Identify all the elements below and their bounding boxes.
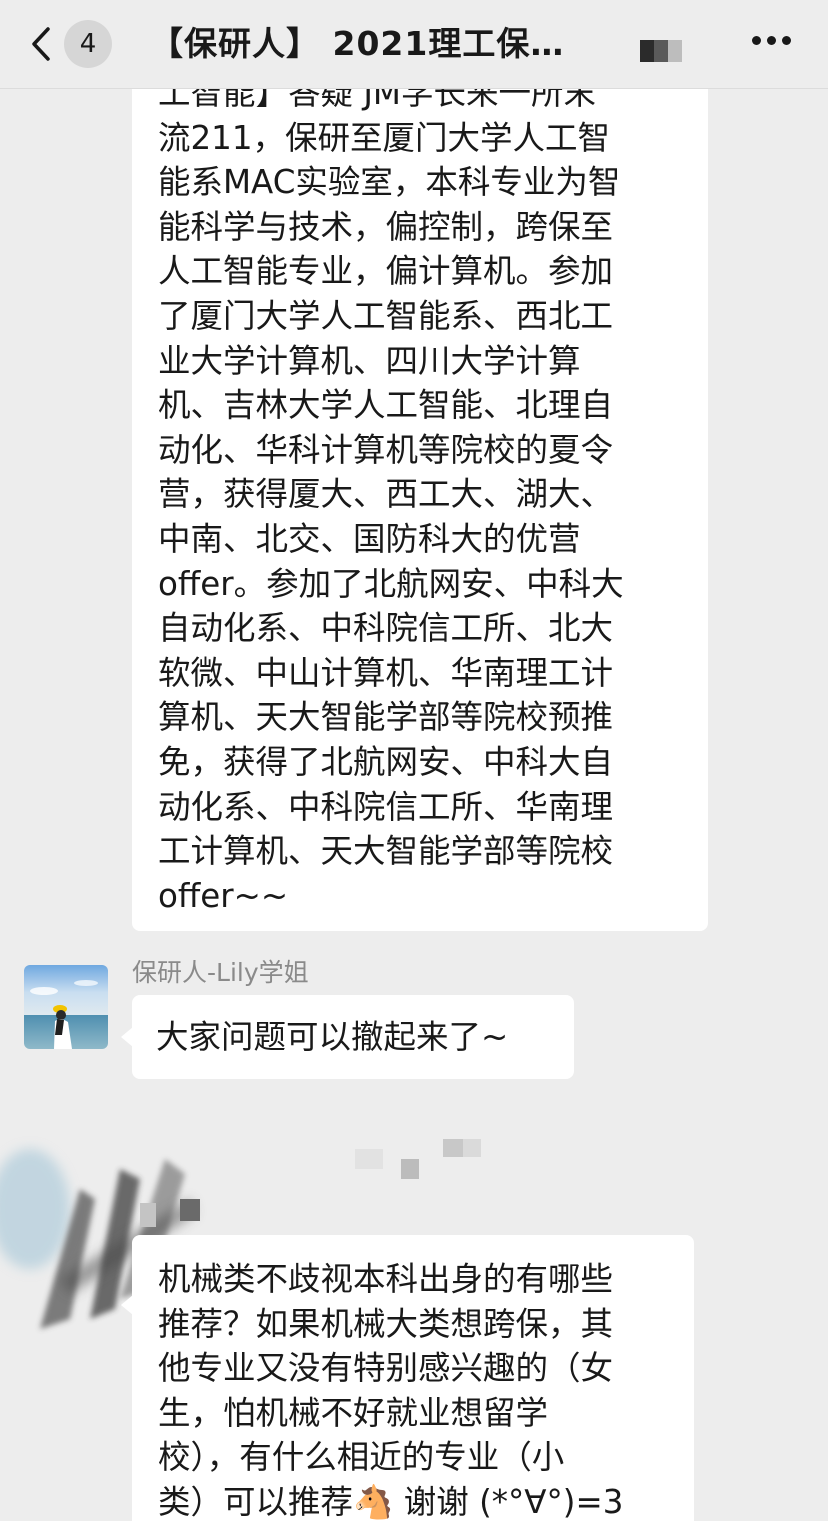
message-line: 自动化系、中科院信工所、北大 (158, 609, 614, 648)
sender-name: 保研人-Lily学姐 (132, 958, 309, 987)
avatar-photo (24, 965, 108, 1049)
message-line: offer。参加了北航网安、中科大 (158, 564, 624, 603)
message-line: 工智能】答疑 JM学长来一所末 (158, 89, 596, 112)
unread-count-badge[interactable]: 4 (64, 20, 112, 68)
message-line: 机械类不歧视本科出身的有哪些 (158, 1260, 614, 1298)
message-line: 免，获得了北航网安、中科大自 (158, 742, 614, 781)
message-line: 了厦门大学人工智能系、西北工 (158, 296, 614, 335)
message-line: 工计算机、天大智能学部等院校 (158, 832, 614, 871)
message-line: 他专业又没有特别感兴趣的（女 (158, 1349, 614, 1388)
message-line: 机、吉林大学人工智能、北理自 (158, 386, 614, 425)
chat-header: 4 【保研人】 2021理工保研… (0, 0, 828, 89)
message-line: 人工智能专业，偏计算机。参加 (158, 252, 614, 291)
message-line: offer~~ (158, 876, 289, 915)
message-line: 能系MAC实验室，本科专业为智 (158, 163, 621, 202)
message-line: 校），有什么相近的专业（小 (158, 1438, 565, 1477)
message-line: 业大学计算机、四川大学计算 (158, 341, 581, 380)
ellipsis-icon[interactable] (752, 36, 792, 48)
redacted-mosaic (355, 1139, 485, 1179)
message-line: 动化系、中科院信工所、华南理 (158, 787, 614, 826)
message-bubble[interactable]: 大家问题可以撤起来了~ (132, 995, 574, 1079)
message-line: 能科学与技术，偏控制，跨保至 (158, 207, 614, 246)
message-line: 动化、华科计算机等院校的夏令 (158, 430, 614, 469)
redacted-mosaic (140, 1199, 210, 1229)
message-line: 算机、天大智能学部等院校预推 (158, 698, 614, 737)
message-bubble[interactable]: 机械类不歧视本科出身的有哪些 推荐？如果机械大类想跨保，其 他专业又没有特别感兴… (132, 1235, 694, 1521)
message-bubble[interactable]: 工智能】答疑 JM学长来一所末 流211，保研至厦门大学人工智 能系MAC实验室… (132, 89, 708, 931)
message-list[interactable]: 工智能】答疑 JM学长来一所末 流211，保研至厦门大学人工智 能系MAC实验室… (0, 89, 828, 1521)
chevron-left-icon[interactable] (26, 26, 56, 62)
avatar[interactable] (24, 965, 108, 1049)
chat-title[interactable]: 【保研人】 2021理工保研… (150, 20, 590, 68)
message-line: 流211，保研至厦门大学人工智 (158, 118, 611, 157)
message-text: 大家问题可以撤起来了~ (156, 1018, 509, 1056)
message-line: 推荐？如果机械大类想跨保，其 (158, 1304, 614, 1343)
message-line: 中南、北交、国防科大的优营 (158, 519, 581, 558)
message-line: 营，获得厦大、西工大、湖大、 (158, 475, 614, 514)
message-line: 类）可以推荐🐴 谢谢 (*°∀°)=3 (158, 1482, 624, 1521)
redacted-mosaic (640, 40, 682, 62)
message-line: 软微、中山计算机、华南理工计 (158, 653, 614, 692)
message-line: 生，怕机械不好就业想留学 (158, 1393, 549, 1432)
